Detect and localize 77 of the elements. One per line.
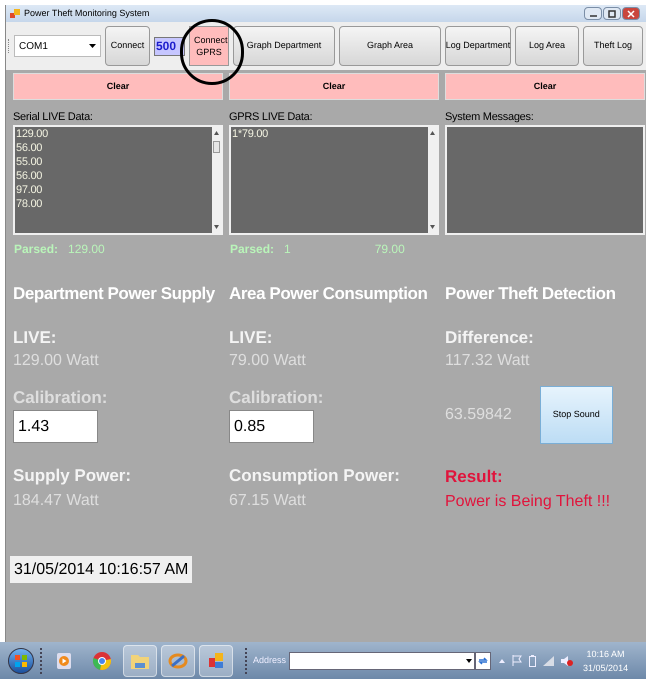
arrows-icon bbox=[478, 656, 488, 666]
address-field[interactable] bbox=[289, 652, 476, 670]
chrome-icon bbox=[92, 650, 112, 670]
scrollbar[interactable] bbox=[212, 127, 221, 233]
date-time-display: 31/05/2014 10:16:57 AM bbox=[10, 556, 192, 583]
parsed-value: 129.00 bbox=[68, 241, 105, 258]
port-number-field[interactable]: 500 bbox=[154, 36, 185, 56]
list-item: 97.00 bbox=[16, 183, 44, 197]
scroll-down-arrow-icon[interactable] bbox=[214, 225, 219, 229]
dropdown-caret-icon bbox=[89, 44, 96, 48]
live-label: LIVE: bbox=[13, 327, 58, 349]
connect-gprs-button[interactable]: Connect GPRS bbox=[189, 26, 229, 66]
result-label: Result: bbox=[445, 466, 504, 488]
parsed-label: Parsed: bbox=[14, 241, 58, 258]
scroll-down-arrow-icon[interactable] bbox=[430, 225, 435, 229]
scrollbar-thumb[interactable] bbox=[213, 141, 220, 153]
minimize-button[interactable] bbox=[584, 7, 602, 20]
clear-button[interactable]: Clear bbox=[13, 73, 223, 100]
nav-button[interactable]: Graph Department bbox=[233, 26, 335, 66]
nav-button[interactable]: Graph Area bbox=[339, 26, 441, 66]
list-item: 56.00 bbox=[16, 169, 44, 183]
windows-logo-icon bbox=[14, 654, 28, 668]
window-title: Power Theft Monitoring System bbox=[24, 6, 150, 20]
connect-button[interactable]: Connect bbox=[105, 26, 150, 66]
calibration-field[interactable]: 0.85 bbox=[229, 410, 314, 443]
nav-button[interactable]: Log Area bbox=[515, 26, 579, 66]
list-label: GPRS LIVE Data: bbox=[229, 110, 314, 125]
section-heading: Area Power Consumption bbox=[229, 283, 428, 305]
media-player-icon bbox=[55, 652, 73, 670]
nav-button[interactable]: Log Department bbox=[445, 26, 511, 66]
ring-logo-icon bbox=[168, 652, 188, 670]
maximize-icon bbox=[608, 10, 616, 18]
taskbar-button[interactable] bbox=[161, 644, 195, 676]
nav-button[interactable]: Theft Log bbox=[583, 26, 643, 66]
result-label: Consumption Power: bbox=[229, 465, 401, 487]
scrollbar[interactable] bbox=[428, 127, 437, 233]
flag-icon[interactable] bbox=[512, 655, 522, 666]
battery-icon[interactable] bbox=[529, 654, 536, 666]
go-button[interactable] bbox=[475, 652, 492, 670]
close-icon bbox=[627, 10, 635, 18]
maximize-button[interactable] bbox=[603, 7, 621, 20]
clear-button[interactable]: Clear bbox=[229, 73, 439, 100]
list-item: 129.00 bbox=[16, 127, 49, 141]
stop-sound-button[interactable]: Stop Sound bbox=[540, 386, 613, 444]
minimize-icon bbox=[590, 15, 596, 17]
section-heading: Department Power Supply bbox=[13, 283, 216, 305]
list-label: System Messages: bbox=[445, 110, 535, 125]
muted-speaker-icon[interactable] bbox=[561, 654, 574, 666]
taskbar-button[interactable] bbox=[123, 644, 157, 676]
taskbar-button[interactable] bbox=[199, 644, 233, 676]
port-dropdown[interactable]: COM1 bbox=[14, 35, 101, 57]
show-hidden-icon[interactable] bbox=[499, 658, 506, 662]
app-icon bbox=[10, 8, 20, 18]
section-heading: Power Theft Detection bbox=[445, 283, 617, 305]
start-button[interactable] bbox=[8, 648, 34, 674]
result-label: Supply Power: bbox=[13, 465, 132, 487]
list-item: 55.00 bbox=[16, 155, 44, 169]
scroll-up-arrow-icon[interactable] bbox=[430, 131, 435, 135]
close-button[interactable] bbox=[622, 7, 640, 20]
clock-time: 10:16 AM bbox=[586, 648, 625, 660]
list-item: 78.00 bbox=[16, 197, 44, 211]
parsed-value: 79.00 bbox=[374, 241, 405, 258]
live-label: Difference: bbox=[445, 327, 535, 349]
list-label: Serial LIVE Data: bbox=[13, 110, 94, 125]
clear-button[interactable]: Clear bbox=[445, 73, 645, 100]
tiles-icon bbox=[207, 652, 225, 670]
calibration-field[interactable]: 1.43 bbox=[13, 410, 98, 443]
dropdown-caret-icon[interactable] bbox=[466, 658, 472, 662]
result-value: Power is Being Theft !!! bbox=[445, 492, 612, 512]
address-label: Address bbox=[253, 654, 286, 667]
clock-date: 31/05/2014 bbox=[583, 662, 628, 674]
list-item: 1*79.00 bbox=[232, 127, 270, 141]
parsed-label: Parsed: bbox=[230, 241, 274, 258]
scroll-up-arrow-icon[interactable] bbox=[214, 131, 219, 135]
parsed-value: 1 bbox=[284, 241, 291, 258]
live-label: LIVE: bbox=[229, 327, 274, 349]
list-item: 56.00 bbox=[16, 141, 44, 155]
